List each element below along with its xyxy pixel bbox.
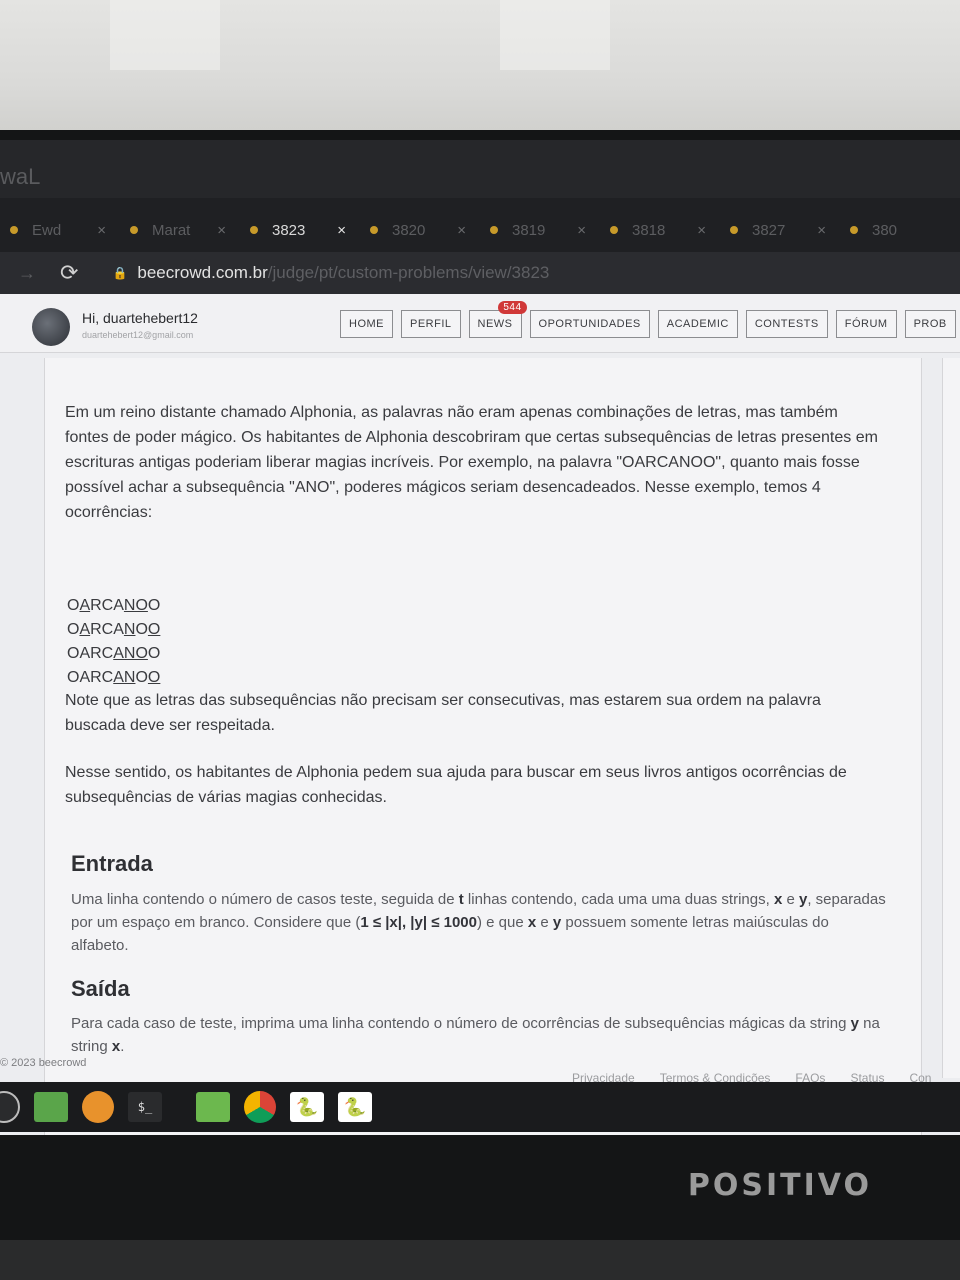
occurrence-line: OARCANOO [67, 669, 161, 686]
close-tab-icon[interactable]: × [577, 222, 586, 239]
menu-news-button[interactable]: NEWS 544 [468, 301, 527, 338]
tab[interactable]: Ewd × [0, 222, 120, 239]
favicon-icon [10, 226, 18, 234]
background-wall [0, 0, 960, 140]
example-occurrences: OARCANOO OARCANOO OARCANOO OARCANOO [67, 594, 160, 690]
occurrence-line: OARCANOO [67, 597, 161, 614]
ceiling-light [500, 0, 610, 70]
main-menu: HOME PERFIL NEWS 544 OPORTUNIDADES ACADEM… [340, 301, 960, 338]
reload-icon[interactable]: ⟳ [60, 260, 78, 286]
close-tab-icon[interactable]: × [697, 222, 706, 239]
favicon-icon [370, 226, 378, 234]
menu-forum-button[interactable]: FÓRUM [835, 310, 897, 338]
tab-label: 3823 [272, 221, 306, 239]
favicon-icon [850, 226, 858, 234]
tab[interactable]: 380 [840, 222, 960, 239]
chrome-icon[interactable] [244, 1091, 276, 1123]
tab-label: 3818 [632, 221, 666, 239]
user-email: duartehebert12@gmail.com [82, 330, 194, 340]
tab-label: 3827 [752, 221, 786, 239]
user-greeting: Hi, duartehebert12 [82, 310, 198, 326]
input-heading: Entrada [71, 851, 153, 876]
problem-request: Nesse sentido, os habitantes de Alphonia… [65, 764, 847, 806]
tab[interactable]: 3818 × [600, 222, 720, 239]
terminal-icon[interactable]: $_ [128, 1092, 162, 1122]
tab-label: 3819 [512, 221, 546, 239]
folder-icon[interactable] [196, 1092, 230, 1122]
menu-academic-button[interactable]: ACADEMIC [657, 310, 738, 338]
close-tab-icon[interactable]: × [217, 222, 226, 239]
tab-label: 3820 [392, 221, 426, 239]
url-host: beecrowd.com.br [137, 263, 268, 282]
start-menu-icon[interactable] [0, 1091, 20, 1123]
tab-label: Ewd [32, 221, 62, 239]
tab[interactable]: 3819 × [480, 222, 600, 239]
problem-content: Em um reino distante chamado Alphonia, a… [44, 358, 922, 1135]
menu-perfil-button[interactable]: PERFIL [401, 310, 461, 338]
menu-problems-button[interactable]: PROB [904, 310, 956, 338]
url-path: /judge/pt/custom-problems/view/3823 [267, 263, 550, 282]
close-tab-icon[interactable]: × [337, 222, 346, 239]
favicon-icon [730, 226, 738, 234]
window-titlebar: waL [0, 140, 960, 198]
copyright: © 2023 beecrowd [0, 1057, 87, 1069]
menu-oportunidades-button[interactable]: OPORTUNIDADES [529, 310, 650, 338]
lock-icon[interactable]: 🔒 [112, 266, 127, 280]
file-manager-icon[interactable] [34, 1092, 68, 1122]
tab[interactable]: 3820 × [360, 222, 480, 239]
firefox-icon[interactable] [82, 1091, 114, 1123]
site-header: Hi, duartehebert12 duartehebert12@gmail.… [0, 294, 960, 353]
occurrence-line: OARCANOO [67, 621, 161, 638]
address-bar: → ⟳ 🔒 beecrowd.com.br/judge/pt/custom-pr… [0, 252, 960, 294]
python-file-icon[interactable]: 🐍 [290, 1092, 324, 1122]
problem-note: Note que as letras das subsequências não… [65, 692, 821, 734]
tab-active[interactable]: 3823 × [240, 222, 360, 239]
ceiling-light [110, 0, 220, 70]
tab-strip: Ewd × Marat × 3823 × 3820 × 3819 × 3818 × 3827… [0, 210, 960, 250]
python-file-icon[interactable]: 🐍 [338, 1092, 372, 1122]
menu-home-button[interactable]: HOME [340, 310, 393, 338]
tab-label: Marat [152, 221, 191, 239]
web-page: Hi, duartehebert12 duartehebert12@gmail.… [0, 294, 960, 1135]
avatar[interactable] [32, 308, 70, 346]
occurrence-line: OARCANOO [67, 645, 161, 662]
menu-contests-button[interactable]: CONTESTS [745, 310, 828, 338]
window-title: waL [0, 164, 41, 189]
tab[interactable]: Marat × [120, 222, 240, 239]
favicon-icon [610, 226, 618, 234]
output-description: Para cada caso de teste, imprima uma lin… [71, 1015, 880, 1055]
monitor-brand: POSITIVO [687, 1168, 872, 1203]
problem-intro: Em um reino distante chamado Alphonia, a… [65, 404, 878, 521]
favicon-icon [490, 226, 498, 234]
input-description: Uma linha contendo o número de casos tes… [71, 891, 886, 954]
right-sidebar [942, 358, 960, 1078]
desk [0, 1240, 960, 1280]
url-field[interactable]: beecrowd.com.br/judge/pt/custom-problems… [137, 263, 549, 283]
close-tab-icon[interactable]: × [457, 222, 466, 239]
tab-label: 380 [872, 221, 898, 239]
menu-news-label: NEWS [477, 318, 513, 330]
news-count-badge: 544 [498, 301, 527, 314]
tab[interactable]: 3827 × [720, 222, 840, 239]
close-tab-icon[interactable]: × [97, 222, 106, 239]
favicon-icon [130, 226, 138, 234]
screen: waL Ewd × Marat × 3823 × 3820 × 3819 × 3818 × … [0, 140, 960, 1135]
back-arrow-icon[interactable]: → [18, 263, 36, 284]
taskbar: $_ 🐍 🐍 [0, 1082, 960, 1132]
output-heading: Saída [71, 976, 130, 1001]
close-tab-icon[interactable]: × [817, 222, 826, 239]
favicon-icon [250, 226, 258, 234]
